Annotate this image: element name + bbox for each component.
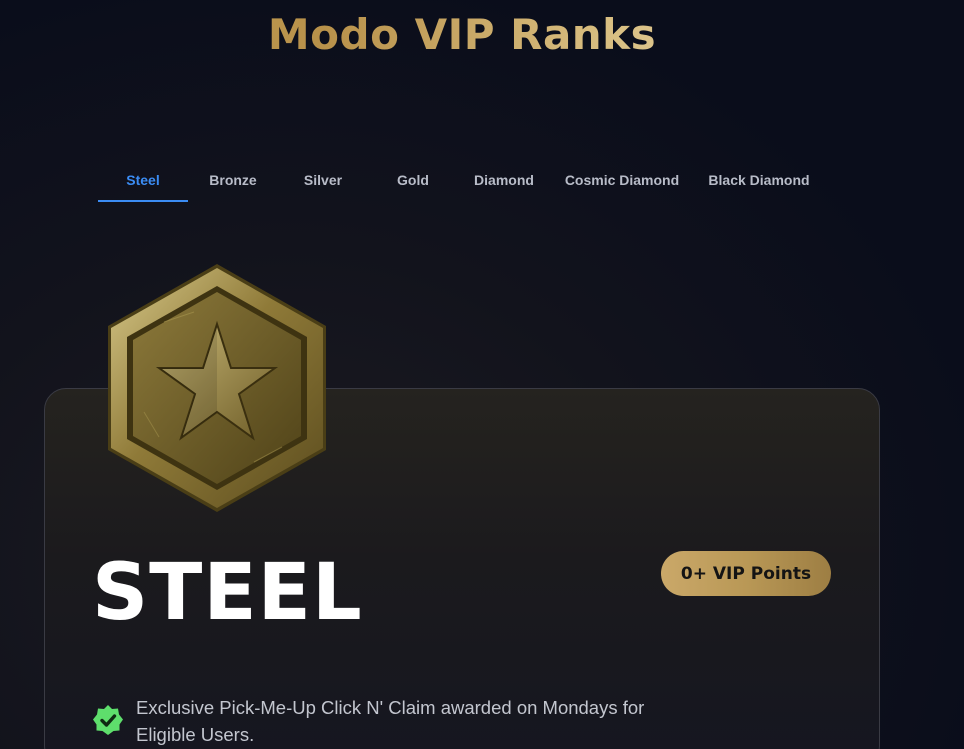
benefit-item: Exclusive Pick-Me-Up Click N' Claim awar… xyxy=(92,694,712,748)
tab-diamond[interactable]: Diamond xyxy=(458,160,550,202)
vip-points-badge: 0+ VIP Points xyxy=(661,551,831,596)
page-title: Modo VIP Ranks xyxy=(0,10,924,59)
star-hexagon-badge-icon xyxy=(104,262,330,514)
tab-steel[interactable]: Steel xyxy=(98,160,188,202)
tab-black-diamond[interactable]: Black Diamond xyxy=(694,160,824,202)
rank-tabs: Steel Bronze Silver Gold Diamond Cosmic … xyxy=(98,160,824,202)
tab-bronze[interactable]: Bronze xyxy=(188,160,278,202)
rank-name: STEEL xyxy=(92,548,363,638)
benefit-text: Exclusive Pick-Me-Up Click N' Claim awar… xyxy=(136,697,645,745)
tab-cosmic-diamond[interactable]: Cosmic Diamond xyxy=(550,160,694,202)
tab-gold[interactable]: Gold xyxy=(368,160,458,202)
check-badge-icon xyxy=(92,704,124,736)
tab-silver[interactable]: Silver xyxy=(278,160,368,202)
